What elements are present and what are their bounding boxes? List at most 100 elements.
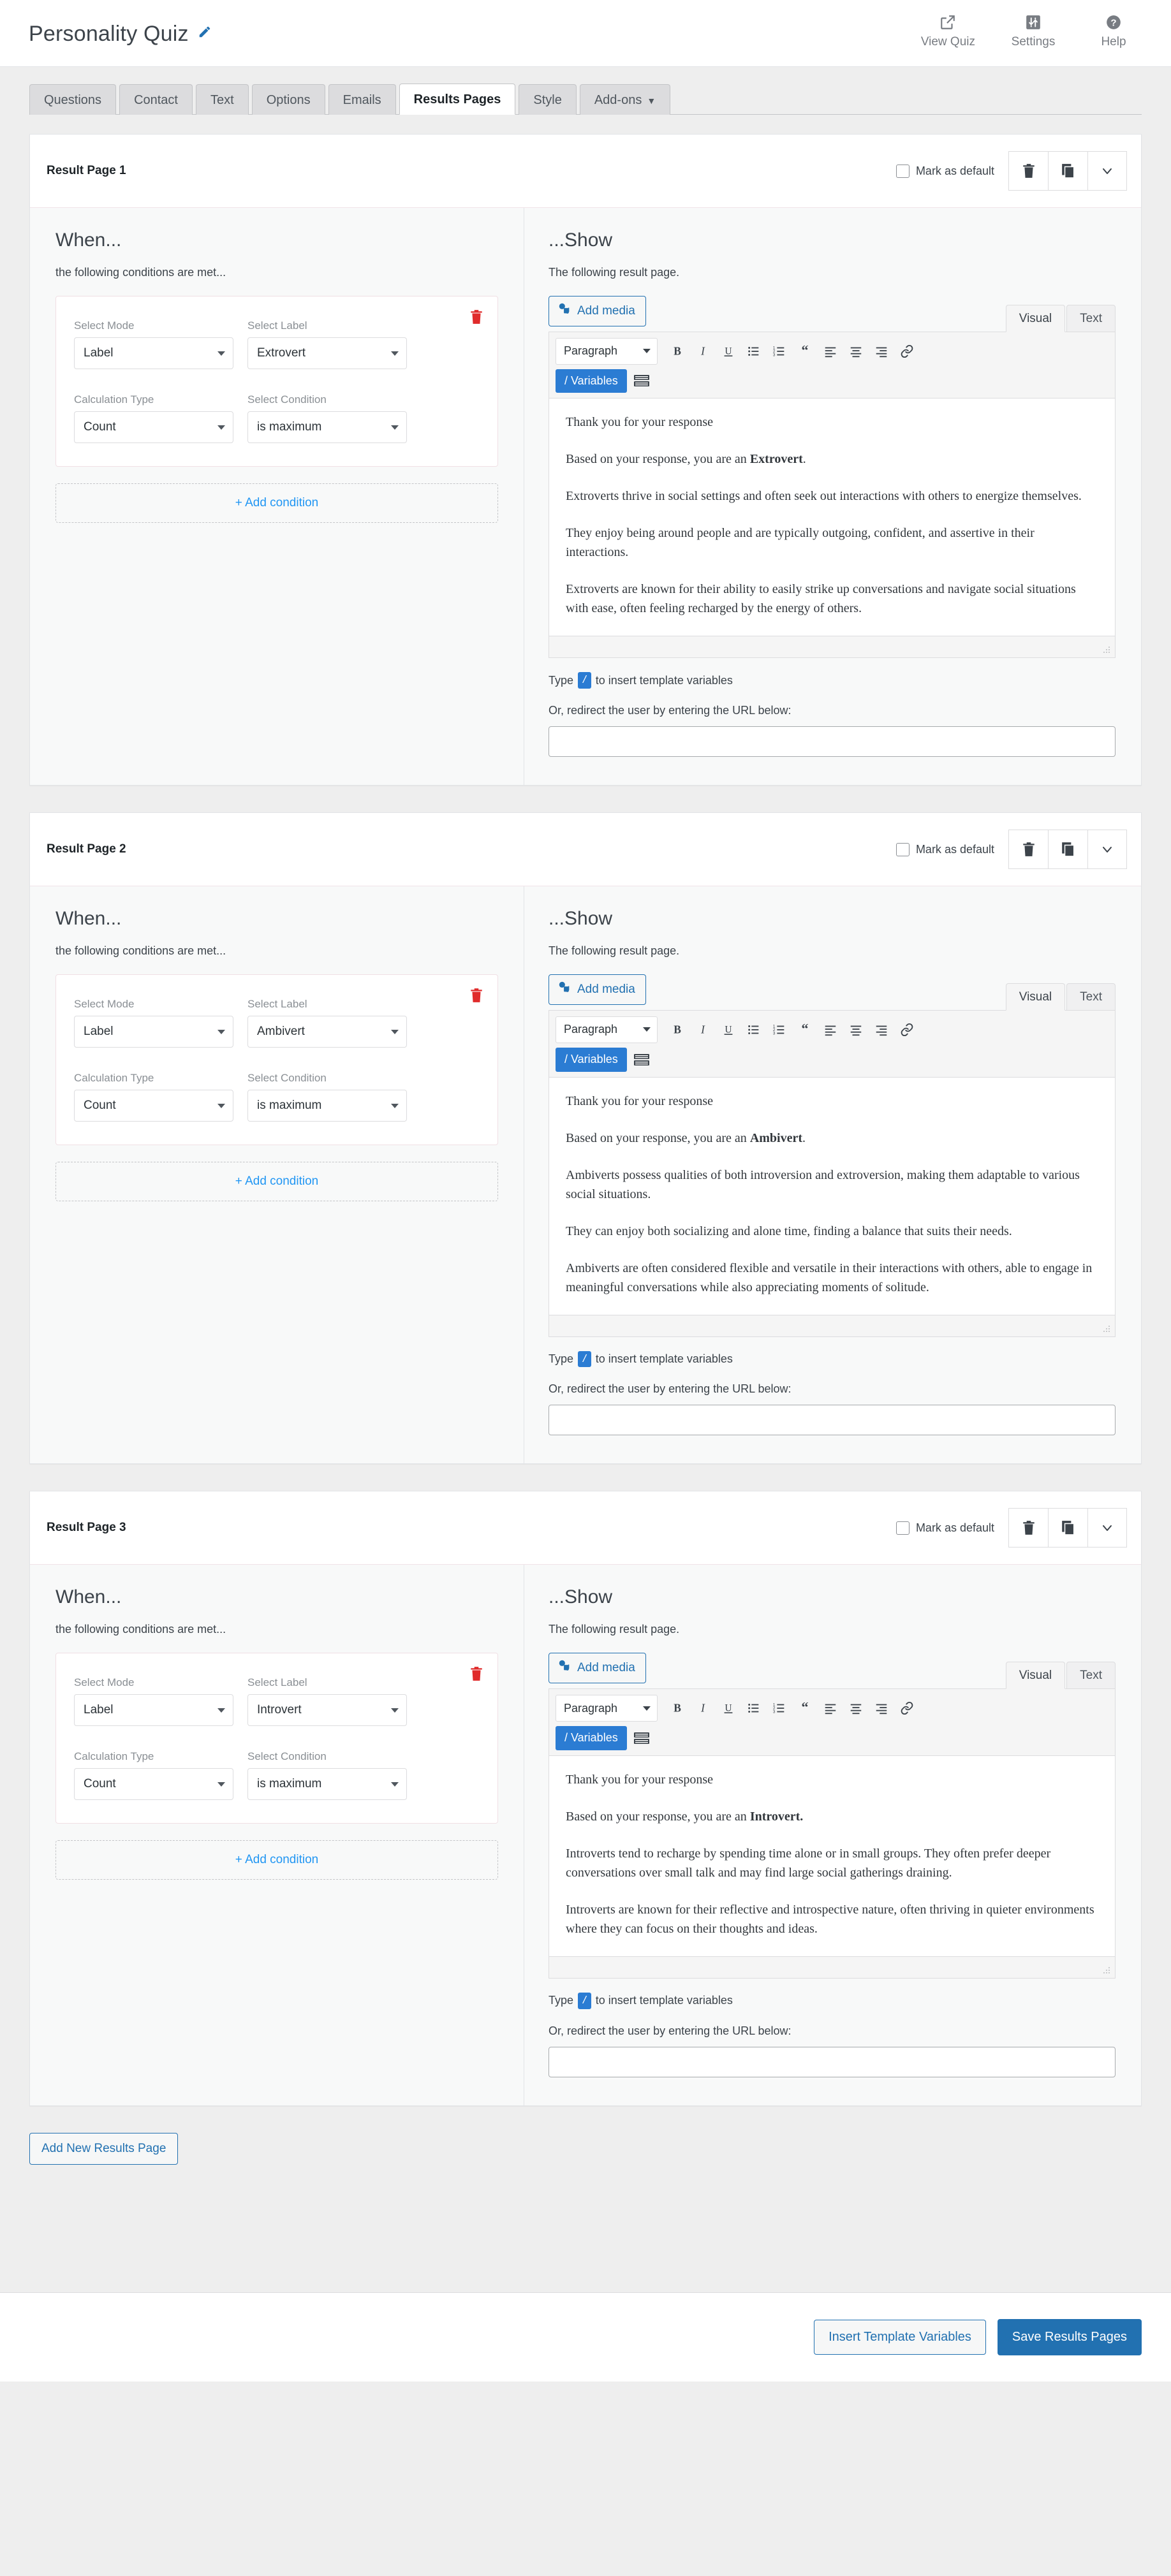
align-center-icon[interactable] (844, 1696, 868, 1720)
variables-button[interactable]: / Variables (556, 1047, 627, 1072)
select-label-dropdown[interactable]: Extrovert (247, 337, 407, 369)
bulleted-list-icon[interactable] (742, 1018, 766, 1042)
tab-visual[interactable]: Visual (1005, 983, 1066, 1011)
collapse-result-page-button[interactable] (1087, 830, 1127, 870)
bold-icon[interactable]: B (665, 1696, 689, 1720)
blockquote-icon[interactable]: “ (793, 1696, 817, 1720)
keyboard-icon[interactable] (633, 371, 655, 390)
resize-grip-icon[interactable] (1102, 645, 1111, 654)
tab-options[interactable]: Options (251, 84, 325, 115)
tab-visual[interactable]: Visual (1005, 1662, 1066, 1690)
italic-icon[interactable]: I (691, 339, 715, 363)
keyboard-icon[interactable] (633, 1050, 655, 1069)
underline-icon[interactable]: U (716, 339, 740, 363)
calculation-type-dropdown[interactable]: Count (74, 411, 233, 443)
bulleted-list-icon[interactable] (742, 339, 766, 363)
tab-text-mode[interactable]: Text (1066, 983, 1116, 1011)
select-condition-dropdown[interactable]: is maximum (247, 1090, 407, 1122)
save-results-pages-button[interactable]: Save Results Pages (997, 2318, 1142, 2355)
select-label-dropdown[interactable]: Introvert (247, 1694, 407, 1727)
duplicate-result-page-button[interactable] (1048, 1508, 1087, 1548)
delete-result-page-button[interactable] (1008, 1508, 1048, 1548)
add-condition-button[interactable]: + Add condition (55, 1840, 498, 1880)
select-mode-dropdown[interactable]: Label (74, 1694, 233, 1727)
insert-template-variables-button[interactable]: Insert Template Variables (814, 2319, 986, 2355)
numbered-list-icon[interactable]: 123 (767, 1696, 792, 1720)
mark-as-default-checkbox[interactable] (895, 1521, 910, 1535)
tab-text-mode[interactable]: Text (1066, 304, 1116, 332)
add-media-button[interactable]: Add media (549, 1653, 646, 1684)
italic-icon[interactable]: I (691, 1018, 715, 1042)
tab-style[interactable]: Style (519, 84, 577, 115)
paragraph-format-select[interactable]: Paragraph (556, 337, 658, 365)
tab-text[interactable]: Text (196, 84, 249, 115)
underline-icon[interactable]: U (716, 1018, 740, 1042)
select-label-dropdown[interactable]: Ambivert (247, 1016, 407, 1048)
collapse-result-page-button[interactable] (1087, 1508, 1127, 1548)
select-condition-dropdown[interactable]: is maximum (247, 1768, 407, 1801)
select-mode-dropdown[interactable]: Label (74, 337, 233, 369)
editor-content[interactable]: Thank you for your response Based on your… (549, 1755, 1115, 1956)
blockquote-icon[interactable]: “ (793, 1018, 817, 1042)
collapse-result-page-button[interactable] (1087, 151, 1127, 191)
redirect-url-input[interactable] (549, 2046, 1116, 2077)
align-left-icon[interactable] (818, 1018, 843, 1042)
mark-as-default-checkbox[interactable] (895, 842, 910, 856)
view-quiz-action[interactable]: View Quiz (921, 14, 975, 49)
resize-grip-icon[interactable] (1102, 1966, 1111, 1975)
delete-result-page-button[interactable] (1008, 830, 1048, 870)
align-right-icon[interactable] (869, 339, 894, 363)
tab-results-pages[interactable]: Results Pages (399, 84, 516, 115)
delete-condition-button[interactable] (469, 309, 483, 328)
duplicate-result-page-button[interactable] (1048, 830, 1087, 870)
italic-icon[interactable]: I (691, 1696, 715, 1720)
delete-condition-button[interactable] (469, 988, 483, 1006)
calculation-type-dropdown[interactable]: Count (74, 1768, 233, 1801)
mark-as-default-toggle[interactable]: Mark as default (895, 164, 994, 178)
numbered-list-icon[interactable]: 123 (767, 339, 792, 363)
redirect-url-input[interactable] (549, 726, 1116, 757)
paragraph-format-select[interactable]: Paragraph (556, 1016, 658, 1043)
resize-grip-icon[interactable] (1102, 1324, 1111, 1333)
keyboard-icon[interactable] (633, 1729, 655, 1748)
help-action[interactable]: ? Help (1091, 14, 1136, 49)
link-icon[interactable] (895, 339, 919, 363)
numbered-list-icon[interactable]: 123 (767, 1018, 792, 1042)
delete-result-page-button[interactable] (1008, 151, 1048, 191)
paragraph-format-select[interactable]: Paragraph (556, 1695, 658, 1722)
bulleted-list-icon[interactable] (742, 1696, 766, 1720)
tab-visual[interactable]: Visual (1005, 304, 1066, 332)
tab-questions[interactable]: Questions (29, 84, 117, 115)
variables-button[interactable]: / Variables (556, 369, 627, 393)
underline-icon[interactable]: U (716, 1696, 740, 1720)
add-condition-button[interactable]: + Add condition (55, 1162, 498, 1202)
mark-as-default-checkbox[interactable] (895, 164, 910, 178)
editor-content[interactable]: Thank you for your response Based on your… (549, 1077, 1115, 1315)
pencil-icon[interactable] (198, 20, 212, 45)
tab-emails[interactable]: Emails (328, 84, 396, 115)
tab-addons[interactable]: Add-ons ▼ (579, 84, 671, 115)
align-left-icon[interactable] (818, 1696, 843, 1720)
duplicate-result-page-button[interactable] (1048, 151, 1087, 191)
select-mode-dropdown[interactable]: Label (74, 1016, 233, 1048)
add-condition-button[interactable]: + Add condition (55, 483, 498, 523)
redirect-url-input[interactable] (549, 1405, 1116, 1436)
add-media-button[interactable]: Add media (549, 974, 646, 1005)
blockquote-icon[interactable]: “ (793, 339, 817, 363)
align-center-icon[interactable] (844, 339, 868, 363)
add-new-results-page-button[interactable]: Add New Results Page (29, 2132, 179, 2165)
tab-text-mode[interactable]: Text (1066, 1662, 1116, 1690)
settings-action[interactable]: Settings (1011, 14, 1056, 49)
link-icon[interactable] (895, 1696, 919, 1720)
align-right-icon[interactable] (869, 1018, 894, 1042)
select-condition-dropdown[interactable]: is maximum (247, 411, 407, 443)
variables-button[interactable]: / Variables (556, 1726, 627, 1750)
mark-as-default-toggle[interactable]: Mark as default (895, 842, 994, 856)
add-media-button[interactable]: Add media (549, 296, 646, 326)
delete-condition-button[interactable] (469, 1666, 483, 1685)
calculation-type-dropdown[interactable]: Count (74, 1090, 233, 1122)
align-right-icon[interactable] (869, 1696, 894, 1720)
align-center-icon[interactable] (844, 1018, 868, 1042)
link-icon[interactable] (895, 1018, 919, 1042)
mark-as-default-toggle[interactable]: Mark as default (895, 1521, 994, 1535)
